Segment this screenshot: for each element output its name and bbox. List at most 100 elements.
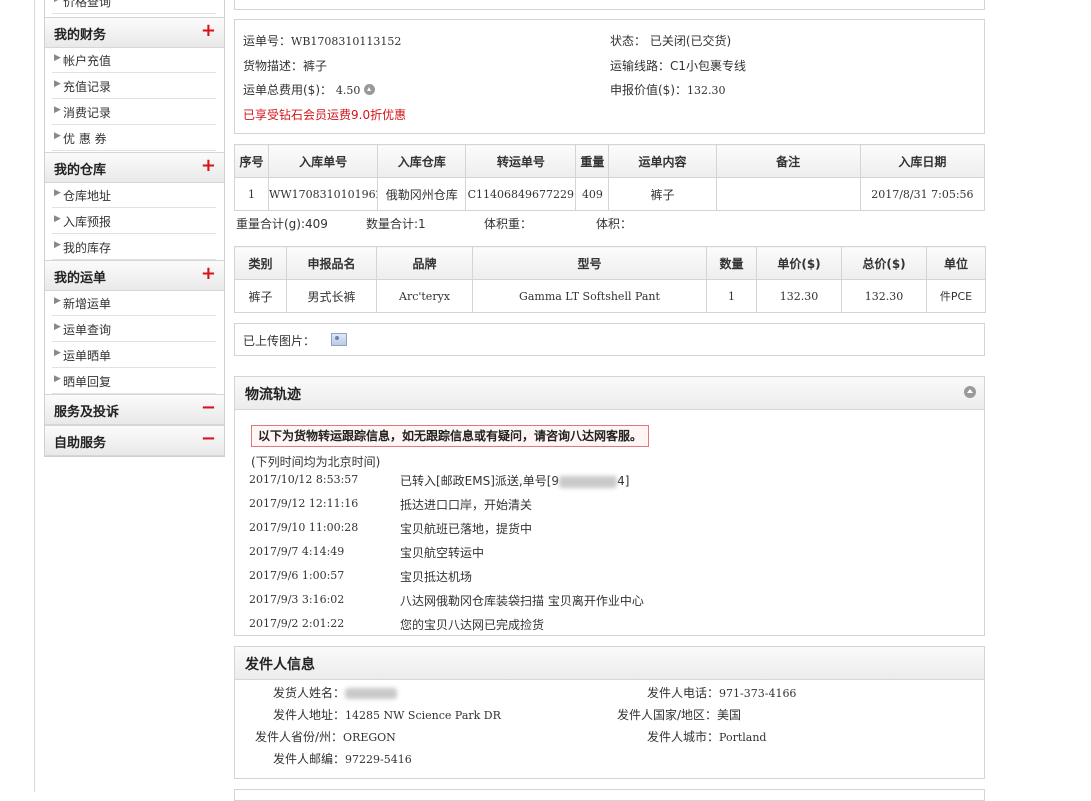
event-time: 2017/10/12 8:53:57 — [249, 473, 359, 486]
arrow-right-icon: ▶ — [54, 79, 61, 89]
sender-panel: 发件人信息 发货人姓名： 发件人电话：971-373-4166 发件人地址：14… — [234, 646, 985, 779]
sender-phone: 发件人电话：971-373-4166 — [647, 686, 797, 700]
table-cell: Gamma LT Softshell Pant — [472, 279, 707, 313]
expand-plus-icon[interactable]: + — [201, 155, 216, 176]
sender-state: 发件人省份/州：OREGON — [255, 730, 396, 744]
table-cell: 俄勒冈州仓库 — [377, 177, 467, 211]
arrow-right-icon: ▶ — [54, 322, 61, 332]
table-cell: 裤子 — [608, 177, 717, 211]
sidebar-item-waybill-query[interactable]: ▶ 运单查询 — [52, 316, 216, 342]
table-cell: 1 — [706, 279, 757, 313]
event-desc: 宝贝抵达机场 — [400, 570, 473, 584]
redacted-sender-name — [345, 688, 398, 699]
event-time: 2017/9/6 1:00:57 — [249, 569, 345, 582]
next-panel — [234, 789, 985, 801]
col-header: 转运单号 — [465, 144, 577, 178]
expand-plus-icon[interactable]: + — [201, 263, 216, 284]
col-header: 序号 — [233, 144, 270, 178]
event-time: 2017/9/3 3:16:02 — [249, 593, 345, 606]
event-desc: 宝贝航空转运中 — [400, 546, 485, 560]
table-cell: 裤子 — [234, 279, 287, 313]
previous-panel — [234, 0, 985, 10]
sidebar-item-new-waybill[interactable]: ▶ 新增运单 — [52, 290, 216, 316]
sidebar-item-consumption-records[interactable]: ▶ 消费记录 — [52, 99, 216, 125]
collapse-minus-icon[interactable]: − — [201, 428, 216, 449]
event-time: 2017/9/7 4:14:49 — [249, 545, 345, 558]
sidebar-item-recharge-records[interactable]: ▶ 充值记录 — [52, 73, 216, 99]
sidebar-item-recharge[interactable]: ▶ 帐户充值 — [52, 47, 216, 73]
sender-header: 发件人信息 — [235, 647, 984, 680]
col-header: 数量 — [706, 246, 757, 280]
member-discount-note: 已享受钻石会员运费9.0折优惠 — [243, 108, 407, 122]
col-header: 入库仓库 — [377, 144, 467, 178]
arrow-right-icon: ▶ — [54, 296, 61, 306]
col-header: 入库日期 — [859, 144, 986, 178]
col-header: 重量 — [575, 144, 610, 178]
col-header: 单位 — [926, 246, 986, 280]
sidebar-item-share-replies[interactable]: ▶ 晒单回复 — [52, 368, 216, 394]
collapse-icon[interactable] — [964, 386, 976, 398]
sidebar-section-finance[interactable]: 我的财务 + — [45, 17, 224, 48]
event-time: 2017/9/10 11:00:28 — [249, 521, 359, 534]
timezone-note: (下列时间均为北京时间) — [251, 455, 381, 469]
sidebar-item-waybill-share[interactable]: ▶ 运单晒单 — [52, 342, 216, 368]
declaration-table: 类别 申报品名 品牌 型号 数量 单价($) 总价($) 单位 裤子 男式长裤 … — [234, 246, 986, 313]
declared-value: 申报价值($)：132.30 — [610, 83, 726, 97]
volume: 体积： — [596, 217, 633, 231]
sidebar-item-warehouse-address[interactable]: ▶ 仓库地址 — [52, 182, 216, 208]
fee-detail-toggle-icon[interactable] — [364, 84, 376, 95]
sidebar-item-inbound-forecast[interactable]: ▶ 入库预报 — [52, 208, 216, 234]
sidebar-section-self-service[interactable]: 自助服务 − — [45, 425, 224, 456]
arrow-right-icon: ▶ — [54, 348, 61, 358]
event-desc: 宝贝航班已落地，提货中 — [400, 522, 533, 536]
tracking-notice: 以下为货物转运跟踪信息，如无跟踪信息或有疑问，请咨询八达网客服。 — [251, 425, 650, 447]
arrow-right-icon: ▶ — [54, 374, 61, 384]
table-cell: 男式长裤 — [286, 279, 377, 313]
sidebar-section-complaints[interactable]: 服务及投诉 − — [45, 394, 224, 425]
sidebar-section-warehouse[interactable]: 我的仓库 + — [45, 152, 224, 183]
table-cell: Arc'teryx — [376, 279, 473, 313]
arrow-right-icon: ▶ — [54, 240, 61, 250]
total-fee: 运单总费用($)： 4.50 — [243, 81, 376, 98]
tracking-header: 物流轨迹 — [235, 377, 984, 410]
col-header: 类别 — [234, 246, 287, 280]
col-header: 型号 — [472, 246, 707, 280]
tracking-panel: 物流轨迹 以下为货物转运跟踪信息，如无跟踪信息或有疑问，请咨询八达网客服。 (下… — [234, 376, 985, 636]
collapse-minus-icon[interactable]: − — [201, 397, 216, 418]
page-left-border — [34, 0, 35, 792]
total-quantity: 数量合计:1 — [366, 217, 426, 231]
col-header: 单价($) — [756, 246, 842, 280]
table-cell: C11406849677229 — [465, 177, 577, 211]
goods-description: 货物描述：裤子 — [243, 59, 328, 73]
table-cell: WW1708310101962 — [268, 177, 379, 211]
waybill-info-panel: 运单号：WB1708310113152 状态： 已关闭(已交货) 货物描述：裤子… — [234, 19, 985, 134]
sidebar-item-price-query[interactable]: ▶ 价格查询 — [52, 0, 216, 14]
table-cell: 2017/8/31 7:05:56 — [859, 177, 986, 211]
table-cell: 132.30 — [841, 279, 927, 313]
inbound-table: 序号 入库单号 入库仓库 转运单号 重量 运单内容 备注 入库日期 1 WW17… — [233, 144, 986, 211]
image-thumbnail-icon[interactable] — [331, 332, 347, 346]
arrow-right-icon: ▶ — [54, 131, 61, 141]
redacted-tracking-number — [559, 475, 618, 488]
sidebar-item-my-inventory[interactable]: ▶ 我的库存 — [52, 234, 216, 260]
event-desc: 抵达进口口岸，开始清关 — [400, 498, 533, 512]
sidebar-item-coupons[interactable]: ▶ 优 惠 券 — [52, 125, 216, 151]
event-desc: 已转入[邮政EMS]派送,单号[9 4] — [400, 474, 630, 488]
col-header: 运单内容 — [608, 144, 717, 178]
uploaded-images-label: 已上传图片： — [243, 334, 316, 348]
uploaded-images-panel: 已上传图片： — [234, 323, 985, 356]
col-header: 总价($) — [841, 246, 927, 280]
col-header: 品牌 — [376, 246, 473, 280]
table-header-row: 类别 申报品名 品牌 型号 数量 单价($) 总价($) 单位 — [234, 246, 986, 280]
total-weight: 重量合计(g):409 — [236, 217, 328, 231]
table-header-row: 序号 入库单号 入库仓库 转运单号 重量 运单内容 备注 入库日期 — [233, 144, 986, 178]
table-cell: 409 — [575, 177, 610, 211]
table-cell — [715, 177, 861, 211]
table-cell: 1 — [233, 177, 270, 211]
waybill-status: 状态： 已关闭(已交货) — [610, 34, 732, 48]
expand-plus-icon[interactable]: + — [201, 20, 216, 41]
sidebar-section-waybills[interactable]: 我的运单 + — [45, 260, 224, 291]
sidebar: ▶ 价格查询 我的财务 + ▶帐户充值 ▶充值记录 ▶消费记录 ▶优 惠 券 我… — [44, 0, 225, 457]
table-cell: 件PCE — [926, 279, 986, 313]
shipping-route: 运输线路：C1小包裹专线 — [610, 59, 747, 73]
